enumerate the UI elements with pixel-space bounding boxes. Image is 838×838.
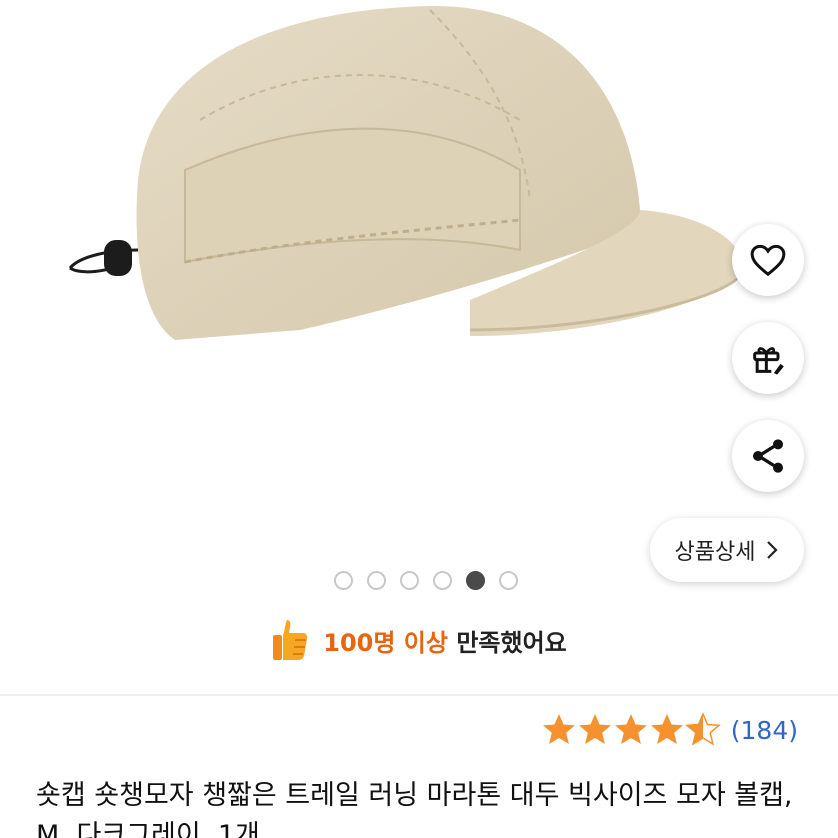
carousel-dot[interactable] (499, 571, 518, 590)
review-count[interactable]: (184) (731, 716, 798, 745)
thumbs-up-icon (273, 620, 308, 660)
carousel-dot[interactable] (433, 571, 452, 590)
star-icon (542, 714, 575, 744)
satisfaction-text: 만족했어요 (456, 628, 567, 657)
product-title: 숏캡 숏챙모자 챙짧은 트레일 러닝 마라톤 대두 빅사이즈 모자 볼캡, M,… (36, 780, 793, 838)
product-detail-label: 상품상세 (674, 540, 756, 565)
product-image[interactable] (0, 0, 838, 560)
star-rating (542, 712, 721, 746)
carousel-dot-active[interactable] (466, 571, 485, 590)
share-icon (753, 439, 783, 473)
carousel-dot[interactable] (334, 571, 353, 590)
share-button[interactable] (732, 420, 804, 492)
carousel-dot[interactable] (367, 571, 386, 590)
satisfaction-banner: 100명 이상 만족했어요 (0, 616, 838, 664)
carousel-indicator (0, 571, 838, 591)
rating-summary[interactable]: (184) (541, 708, 798, 752)
chevron-right-icon (767, 541, 779, 559)
satisfaction-highlight: 100명 이상 (323, 628, 448, 657)
carousel-dot[interactable] (400, 571, 419, 590)
star-icon (614, 714, 647, 744)
half-star-icon (684, 712, 721, 746)
star-icon (650, 714, 683, 744)
gift-button[interactable] (732, 322, 804, 394)
section-divider (0, 694, 838, 696)
wishlist-button[interactable] (732, 224, 804, 296)
gift-icon (753, 347, 784, 375)
heart-icon (750, 244, 786, 277)
cap-illustration (68, 5, 744, 341)
star-icon (578, 714, 611, 744)
